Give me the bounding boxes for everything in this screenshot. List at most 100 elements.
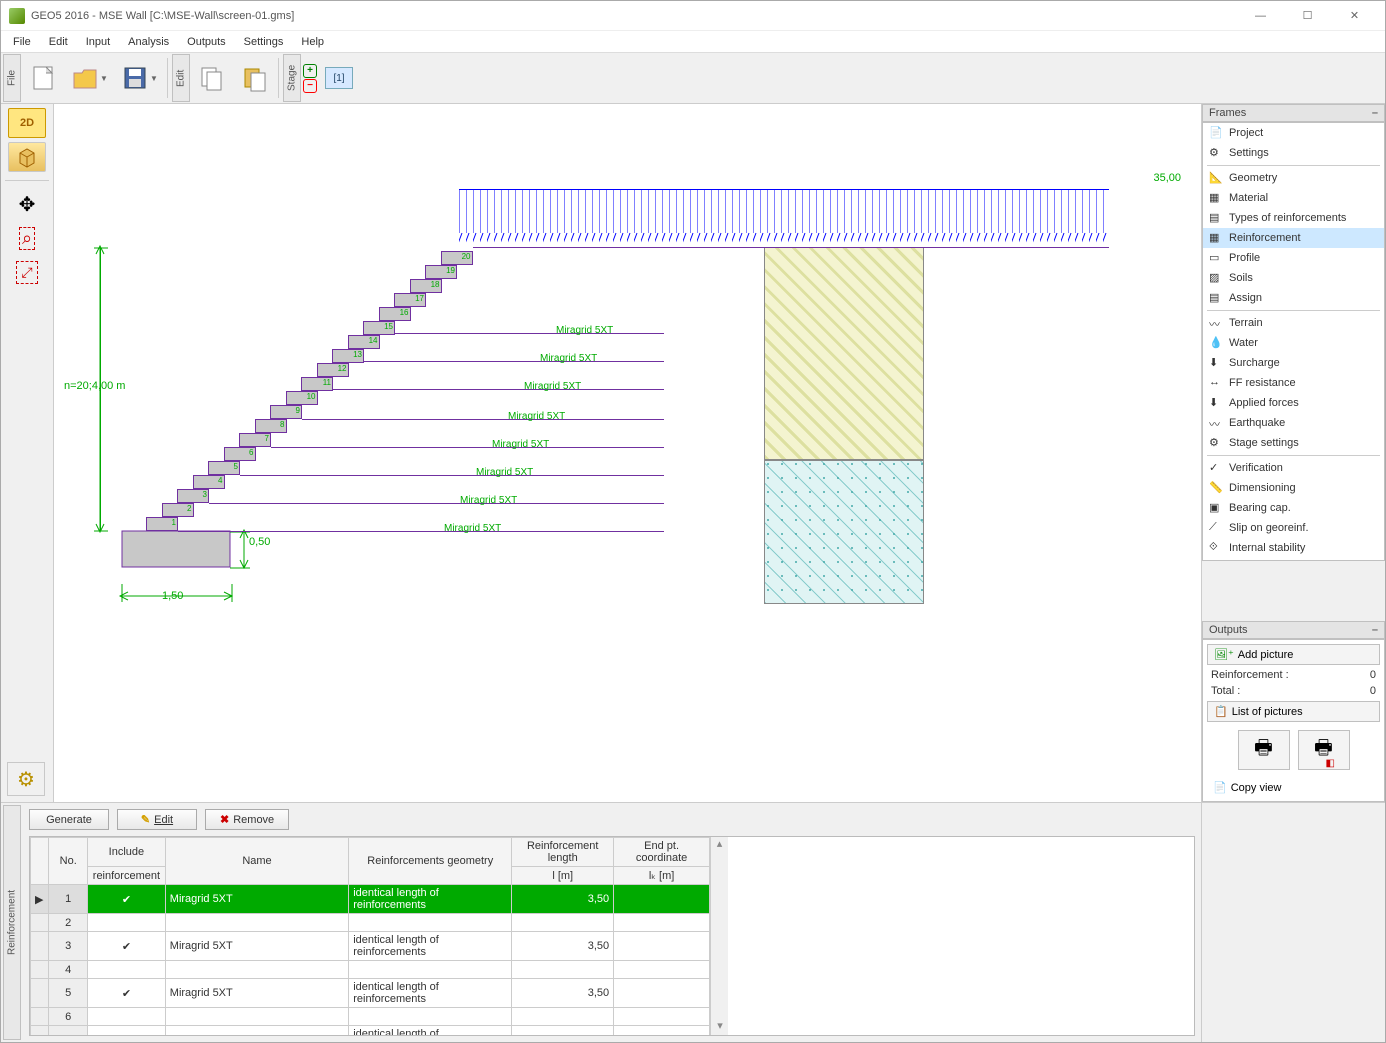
- col-name[interactable]: Name: [165, 838, 348, 885]
- outputs-minimize-icon[interactable]: –: [1372, 624, 1378, 636]
- minimize-button[interactable]: —: [1238, 2, 1283, 30]
- table-row[interactable]: 6: [31, 1008, 710, 1026]
- col-geom[interactable]: Reinforcements geometry: [349, 838, 512, 885]
- paste-button[interactable]: [234, 56, 274, 100]
- frame-item-stage-settings[interactable]: ⚙ Stage settings: [1203, 433, 1384, 453]
- frames-minimize-icon[interactable]: –: [1372, 107, 1378, 119]
- reinforcement-table[interactable]: No. Include Name Reinforcements geometry…: [30, 837, 710, 1036]
- copy-view-button[interactable]: 📄Copy view: [1207, 778, 1380, 797]
- toolbar-group-edit[interactable]: Edit: [172, 54, 190, 102]
- print-button-2[interactable]: 🖶◧: [1298, 730, 1350, 770]
- frame-item-ff-resistance[interactable]: ↔FF resistance: [1203, 373, 1384, 393]
- right-pane: Frames – 📄Project⚙Settings 📐Geometry▦Mate…: [1201, 104, 1385, 802]
- print-button-1[interactable]: 🖶: [1238, 730, 1290, 770]
- window-title: GEO5 2016 - MSE Wall [C:\MSE-Wall\screen…: [31, 10, 1238, 22]
- edit-button[interactable]: ✎Edit: [117, 809, 197, 830]
- frame-item-settings[interactable]: ⚙Settings: [1203, 143, 1384, 163]
- table-row[interactable]: 7✔Miragrid 5XTidentical length of reinfo…: [31, 1026, 710, 1037]
- frame-item-verification[interactable]: ✓Verification: [1203, 458, 1384, 478]
- frame-item-dimensioning[interactable]: 📏Dimensioning: [1203, 478, 1384, 498]
- stage-1-button[interactable]: [1]: [325, 67, 353, 89]
- frame-item-slip-on-georeinf-[interactable]: ⟋Slip on georeinf.: [1203, 518, 1384, 538]
- list-pictures-button[interactable]: 📋List of pictures: [1207, 701, 1380, 722]
- col-include[interactable]: Include: [88, 838, 166, 867]
- frame-item-types-of-reinforcements[interactable]: ▤ Types of reinforcements: [1203, 208, 1384, 228]
- zoom-area-button[interactable]: ⌕: [8, 223, 46, 253]
- frame-label: Stage settings: [1229, 437, 1299, 449]
- remove-button[interactable]: ✖Remove: [205, 809, 289, 830]
- menu-file[interactable]: File: [5, 34, 39, 50]
- frame-icon: ⚙: [1209, 436, 1223, 450]
- frame-item-water[interactable]: 💧Water: [1203, 333, 1384, 353]
- frame-item-bearing-cap-[interactable]: ▣Bearing cap.: [1203, 498, 1384, 518]
- save-file-button[interactable]: ▼: [115, 56, 163, 100]
- frames-header: Frames –: [1202, 104, 1385, 122]
- frame-item-assign[interactable]: ▤Assign: [1203, 288, 1384, 308]
- frame-label: Geometry: [1229, 172, 1277, 184]
- zoom-extents-button[interactable]: ⤢: [8, 257, 46, 287]
- extents-icon: ⤢: [16, 261, 37, 284]
- out-total-label: Total :: [1211, 685, 1240, 697]
- frame-icon: ▨: [1209, 271, 1223, 285]
- table-row[interactable]: 5✔Miragrid 5XTidentical length of reinfo…: [31, 979, 710, 1008]
- table-row[interactable]: 4: [31, 961, 710, 979]
- col-endpt[interactable]: End pt. coordinate: [614, 838, 710, 867]
- frame-item-terrain[interactable]: 〰Terrain: [1203, 313, 1384, 333]
- view-2d-button[interactable]: 2D: [8, 108, 46, 138]
- toolbar-group-file[interactable]: File: [3, 54, 21, 102]
- folder-open-icon: [70, 63, 100, 93]
- remove-stage-button[interactable]: −: [303, 79, 317, 93]
- view-3d-button[interactable]: [8, 142, 46, 172]
- maximize-button[interactable]: ☐: [1285, 2, 1330, 30]
- add-picture-button[interactable]: 🖼⁺Add picture: [1207, 644, 1380, 665]
- frames-list[interactable]: 📄Project⚙Settings 📐Geometry▦Material ▤ Type…: [1202, 122, 1385, 561]
- frame-item-applied-forces[interactable]: ⬇Applied forces: [1203, 393, 1384, 413]
- out-reinf-label: Reinforcement :: [1211, 669, 1289, 681]
- table-row[interactable]: 3✔Miragrid 5XTidentical length of reinfo…: [31, 932, 710, 961]
- frame-item-project[interactable]: 📄Project: [1203, 123, 1384, 143]
- bottom-tab-reinforcement[interactable]: Reinforcement: [3, 805, 21, 1040]
- frame-item-internal-stability[interactable]: ⟐Internal stability: [1203, 538, 1384, 558]
- frame-item-soils[interactable]: ▨Soils: [1203, 268, 1384, 288]
- dim-base-h: [230, 528, 254, 572]
- frame-icon: ▤: [1209, 211, 1223, 225]
- frame-item-surcharge[interactable]: ⬇Surcharge: [1203, 353, 1384, 373]
- new-file-button[interactable]: [23, 56, 63, 100]
- menu-help[interactable]: Help: [293, 34, 332, 50]
- add-stage-button[interactable]: +: [303, 64, 317, 78]
- frame-label: Types of reinforcements: [1229, 212, 1346, 224]
- frame-icon: ✓: [1209, 461, 1223, 475]
- list-icon: 📋: [1214, 705, 1228, 718]
- open-file-button[interactable]: ▼: [65, 56, 113, 100]
- col-no[interactable]: No.: [49, 838, 88, 885]
- dim-base-h-text: 0,50: [249, 536, 270, 548]
- menu-input[interactable]: Input: [78, 34, 118, 50]
- generate-button[interactable]: Generate: [29, 809, 109, 830]
- menu-outputs[interactable]: Outputs: [179, 34, 234, 50]
- close-button[interactable]: ✕: [1332, 2, 1377, 30]
- frame-item-reinforcement[interactable]: ▦Reinforcement: [1203, 228, 1384, 248]
- printer-icon: 🖶: [1254, 733, 1273, 767]
- menu-analysis[interactable]: Analysis: [120, 34, 177, 50]
- copy-button[interactable]: [192, 56, 232, 100]
- frame-item-earthquake[interactable]: 〰Earthquake: [1203, 413, 1384, 433]
- move-icon: ✥: [19, 192, 36, 217]
- toolbar-group-stage[interactable]: Stage: [283, 54, 301, 102]
- pencil-icon: ✎: [141, 813, 150, 826]
- frame-icon: ⬇: [1209, 356, 1223, 370]
- table-row[interactable]: 2: [31, 914, 710, 932]
- col-length[interactable]: Reinforcement length: [512, 838, 614, 867]
- drawing-canvas[interactable]: 35,00 /*inline loop omitted*/: [54, 104, 1201, 802]
- out-total-count: 0: [1370, 685, 1376, 697]
- frames-header-text: Frames: [1209, 107, 1246, 119]
- pan-button[interactable]: ✥: [8, 189, 46, 219]
- frame-item-material[interactable]: ▦Material: [1203, 188, 1384, 208]
- table-row[interactable]: ▶1✔Miragrid 5XTidentical length of reinf…: [31, 885, 710, 914]
- table-scrollbar[interactable]: ▴ ▾: [710, 837, 728, 1035]
- frame-item-profile[interactable]: ▭Profile: [1203, 248, 1384, 268]
- menu-settings[interactable]: Settings: [236, 34, 292, 50]
- frame-label: Earthquake: [1229, 417, 1285, 429]
- drawing-settings-button[interactable]: ⚙: [7, 762, 45, 796]
- menu-edit[interactable]: Edit: [41, 34, 76, 50]
- frame-item-geometry[interactable]: 📐Geometry: [1203, 168, 1384, 188]
